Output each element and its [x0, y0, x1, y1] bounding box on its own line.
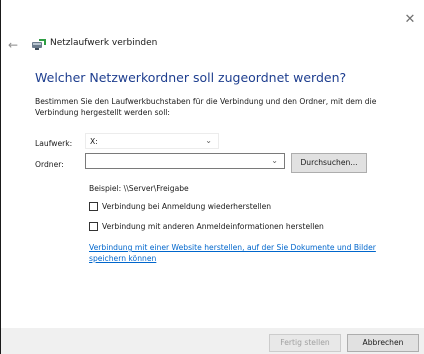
finish-button[interactable]: Fertig stellen	[269, 334, 341, 352]
browse-button[interactable]: Durchsuchen...	[291, 153, 367, 173]
folder-input[interactable]: ⌄	[85, 153, 285, 169]
page-heading: Welcher Netzwerkordner soll zugeordnet w…	[35, 70, 347, 85]
instruction-text: Bestimmen Sie den Laufwerkbuchstaben für…	[35, 97, 377, 117]
chevron-down-icon[interactable]: ⌄	[271, 156, 278, 165]
reconnect-checkbox[interactable]	[89, 202, 98, 211]
map-network-drive-dialog: ✕ ← Netzlaufwerk verbinden Welcher Netzw…	[0, 0, 424, 354]
credentials-checkbox[interactable]	[89, 222, 98, 231]
example-text: Beispiel: \\Server\Freigabe	[89, 184, 189, 193]
network-drive-icon	[32, 39, 46, 50]
folder-label: Ordner:	[35, 160, 64, 169]
back-arrow-icon[interactable]: ←	[8, 38, 22, 52]
close-icon[interactable]: ✕	[402, 12, 418, 28]
drive-letter-value: X:	[90, 137, 98, 146]
drive-label: Laufwerk:	[35, 139, 73, 148]
cancel-button[interactable]: Abbrechen	[347, 334, 419, 352]
reconnect-checkbox-row[interactable]: Verbindung bei Anmeldung wiederherstelle…	[89, 202, 271, 211]
credentials-label[interactable]: Verbindung mit anderen Anmeldeinformatio…	[102, 222, 324, 231]
reconnect-label[interactable]: Verbindung bei Anmeldung wiederherstelle…	[102, 202, 271, 211]
drive-letter-select[interactable]: X: ⌄	[85, 133, 219, 149]
chevron-down-icon: ⌄	[205, 136, 212, 145]
dialog-title: Netzlaufwerk verbinden	[50, 38, 158, 48]
website-connect-link[interactable]: Verbindung mit einer Website herstellen,…	[89, 243, 413, 264]
credentials-checkbox-row[interactable]: Verbindung mit anderen Anmeldeinformatio…	[89, 222, 324, 231]
